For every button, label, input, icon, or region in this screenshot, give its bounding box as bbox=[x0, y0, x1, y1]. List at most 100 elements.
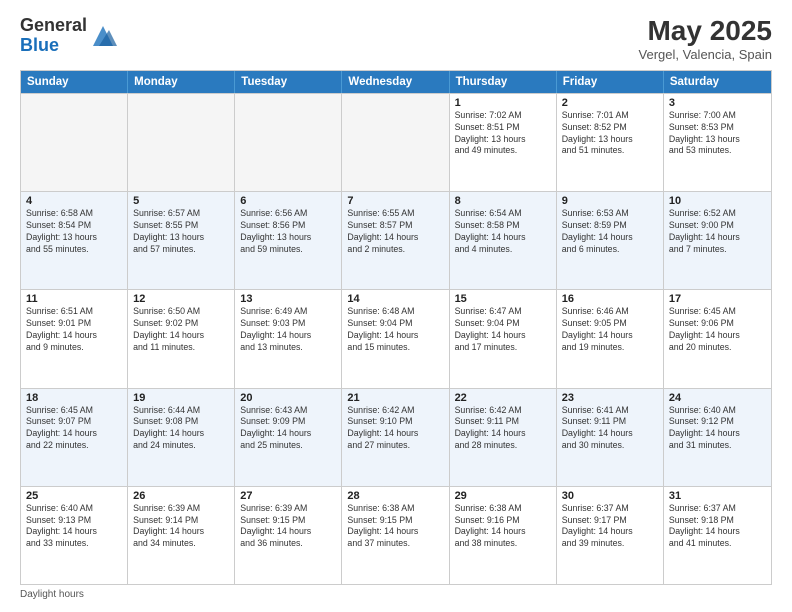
cal-cell-6: 6Sunrise: 6:56 AM Sunset: 8:56 PM Daylig… bbox=[235, 192, 342, 289]
day-info: Sunrise: 6:40 AM Sunset: 9:13 PM Dayligh… bbox=[26, 503, 122, 551]
day-number: 11 bbox=[26, 293, 122, 305]
calendar-header: SundayMondayTuesdayWednesdayThursdayFrid… bbox=[21, 71, 771, 93]
day-info: Sunrise: 6:53 AM Sunset: 8:59 PM Dayligh… bbox=[562, 208, 658, 256]
cal-cell-28: 28Sunrise: 6:38 AM Sunset: 9:15 PM Dayli… bbox=[342, 487, 449, 584]
day-number: 3 bbox=[669, 97, 766, 109]
day-info: Sunrise: 6:37 AM Sunset: 9:18 PM Dayligh… bbox=[669, 503, 766, 551]
day-info: Sunrise: 6:58 AM Sunset: 8:54 PM Dayligh… bbox=[26, 208, 122, 256]
day-number: 24 bbox=[669, 392, 766, 404]
day-info: Sunrise: 6:54 AM Sunset: 8:58 PM Dayligh… bbox=[455, 208, 551, 256]
cal-cell-3: 3Sunrise: 7:00 AM Sunset: 8:53 PM Daylig… bbox=[664, 94, 771, 191]
day-number: 27 bbox=[240, 490, 336, 502]
day-number: 2 bbox=[562, 97, 658, 109]
day-info: Sunrise: 6:50 AM Sunset: 9:02 PM Dayligh… bbox=[133, 306, 229, 354]
day-number: 8 bbox=[455, 195, 551, 207]
day-number: 31 bbox=[669, 490, 766, 502]
day-info: Sunrise: 6:42 AM Sunset: 9:11 PM Dayligh… bbox=[455, 405, 551, 453]
day-number: 12 bbox=[133, 293, 229, 305]
title-block: May 2025 Vergel, Valencia, Spain bbox=[639, 16, 772, 62]
cal-cell-1: 1Sunrise: 7:02 AM Sunset: 8:51 PM Daylig… bbox=[450, 94, 557, 191]
cal-row-1: 4Sunrise: 6:58 AM Sunset: 8:54 PM Daylig… bbox=[21, 191, 771, 289]
cal-cell-20: 20Sunrise: 6:43 AM Sunset: 9:09 PM Dayli… bbox=[235, 389, 342, 486]
cal-header-cell-wednesday: Wednesday bbox=[342, 71, 449, 93]
day-number: 4 bbox=[26, 195, 122, 207]
cal-cell-empty-1 bbox=[128, 94, 235, 191]
cal-cell-14: 14Sunrise: 6:48 AM Sunset: 9:04 PM Dayli… bbox=[342, 290, 449, 387]
day-info: Sunrise: 6:46 AM Sunset: 9:05 PM Dayligh… bbox=[562, 306, 658, 354]
cal-header-cell-monday: Monday bbox=[128, 71, 235, 93]
day-number: 9 bbox=[562, 195, 658, 207]
cal-header-cell-tuesday: Tuesday bbox=[235, 71, 342, 93]
logo: General Blue bbox=[20, 16, 117, 56]
day-number: 5 bbox=[133, 195, 229, 207]
day-info: Sunrise: 6:45 AM Sunset: 9:07 PM Dayligh… bbox=[26, 405, 122, 453]
day-info: Sunrise: 6:38 AM Sunset: 9:16 PM Dayligh… bbox=[455, 503, 551, 551]
day-info: Sunrise: 6:55 AM Sunset: 8:57 PM Dayligh… bbox=[347, 208, 443, 256]
day-info: Sunrise: 6:43 AM Sunset: 9:09 PM Dayligh… bbox=[240, 405, 336, 453]
day-info: Sunrise: 6:44 AM Sunset: 9:08 PM Dayligh… bbox=[133, 405, 229, 453]
day-number: 15 bbox=[455, 293, 551, 305]
cal-row-0: 1Sunrise: 7:02 AM Sunset: 8:51 PM Daylig… bbox=[21, 93, 771, 191]
day-number: 25 bbox=[26, 490, 122, 502]
cal-header-cell-friday: Friday bbox=[557, 71, 664, 93]
page: General Blue May 2025 Vergel, Valencia, … bbox=[0, 0, 792, 612]
cal-cell-15: 15Sunrise: 6:47 AM Sunset: 9:04 PM Dayli… bbox=[450, 290, 557, 387]
calendar-body: 1Sunrise: 7:02 AM Sunset: 8:51 PM Daylig… bbox=[21, 93, 771, 584]
day-info: Sunrise: 6:51 AM Sunset: 9:01 PM Dayligh… bbox=[26, 306, 122, 354]
cal-cell-13: 13Sunrise: 6:49 AM Sunset: 9:03 PM Dayli… bbox=[235, 290, 342, 387]
day-number: 18 bbox=[26, 392, 122, 404]
day-info: Sunrise: 6:37 AM Sunset: 9:17 PM Dayligh… bbox=[562, 503, 658, 551]
day-number: 10 bbox=[669, 195, 766, 207]
cal-cell-empty-0 bbox=[21, 94, 128, 191]
footer-note: Daylight hours bbox=[20, 589, 772, 600]
day-number: 17 bbox=[669, 293, 766, 305]
cal-header-cell-sunday: Sunday bbox=[21, 71, 128, 93]
cal-cell-2: 2Sunrise: 7:01 AM Sunset: 8:52 PM Daylig… bbox=[557, 94, 664, 191]
location: Vergel, Valencia, Spain bbox=[639, 47, 772, 62]
logo-icon bbox=[89, 22, 117, 50]
day-number: 19 bbox=[133, 392, 229, 404]
day-number: 16 bbox=[562, 293, 658, 305]
day-number: 21 bbox=[347, 392, 443, 404]
day-info: Sunrise: 6:57 AM Sunset: 8:55 PM Dayligh… bbox=[133, 208, 229, 256]
day-info: Sunrise: 6:39 AM Sunset: 9:14 PM Dayligh… bbox=[133, 503, 229, 551]
day-number: 1 bbox=[455, 97, 551, 109]
cal-cell-5: 5Sunrise: 6:57 AM Sunset: 8:55 PM Daylig… bbox=[128, 192, 235, 289]
day-info: Sunrise: 6:42 AM Sunset: 9:10 PM Dayligh… bbox=[347, 405, 443, 453]
day-info: Sunrise: 6:52 AM Sunset: 9:00 PM Dayligh… bbox=[669, 208, 766, 256]
cal-cell-9: 9Sunrise: 6:53 AM Sunset: 8:59 PM Daylig… bbox=[557, 192, 664, 289]
day-number: 23 bbox=[562, 392, 658, 404]
day-info: Sunrise: 6:56 AM Sunset: 8:56 PM Dayligh… bbox=[240, 208, 336, 256]
day-info: Sunrise: 6:38 AM Sunset: 9:15 PM Dayligh… bbox=[347, 503, 443, 551]
logo-blue: Blue bbox=[20, 35, 59, 55]
cal-cell-21: 21Sunrise: 6:42 AM Sunset: 9:10 PM Dayli… bbox=[342, 389, 449, 486]
cal-row-3: 18Sunrise: 6:45 AM Sunset: 9:07 PM Dayli… bbox=[21, 388, 771, 486]
day-number: 22 bbox=[455, 392, 551, 404]
month-title: May 2025 bbox=[639, 16, 772, 47]
cal-cell-empty-3 bbox=[342, 94, 449, 191]
day-number: 14 bbox=[347, 293, 443, 305]
cal-cell-18: 18Sunrise: 6:45 AM Sunset: 9:07 PM Dayli… bbox=[21, 389, 128, 486]
cal-cell-7: 7Sunrise: 6:55 AM Sunset: 8:57 PM Daylig… bbox=[342, 192, 449, 289]
day-number: 20 bbox=[240, 392, 336, 404]
cal-row-4: 25Sunrise: 6:40 AM Sunset: 9:13 PM Dayli… bbox=[21, 486, 771, 584]
day-number: 26 bbox=[133, 490, 229, 502]
day-number: 6 bbox=[240, 195, 336, 207]
header: General Blue May 2025 Vergel, Valencia, … bbox=[20, 16, 772, 62]
cal-cell-29: 29Sunrise: 6:38 AM Sunset: 9:16 PM Dayli… bbox=[450, 487, 557, 584]
calendar: SundayMondayTuesdayWednesdayThursdayFrid… bbox=[20, 70, 772, 585]
day-number: 13 bbox=[240, 293, 336, 305]
day-number: 30 bbox=[562, 490, 658, 502]
day-number: 7 bbox=[347, 195, 443, 207]
cal-header-cell-thursday: Thursday bbox=[450, 71, 557, 93]
cal-header-cell-saturday: Saturday bbox=[664, 71, 771, 93]
day-info: Sunrise: 7:00 AM Sunset: 8:53 PM Dayligh… bbox=[669, 110, 766, 158]
day-info: Sunrise: 6:45 AM Sunset: 9:06 PM Dayligh… bbox=[669, 306, 766, 354]
cal-cell-22: 22Sunrise: 6:42 AM Sunset: 9:11 PM Dayli… bbox=[450, 389, 557, 486]
day-info: Sunrise: 7:01 AM Sunset: 8:52 PM Dayligh… bbox=[562, 110, 658, 158]
day-info: Sunrise: 6:39 AM Sunset: 9:15 PM Dayligh… bbox=[240, 503, 336, 551]
day-number: 29 bbox=[455, 490, 551, 502]
cal-cell-30: 30Sunrise: 6:37 AM Sunset: 9:17 PM Dayli… bbox=[557, 487, 664, 584]
cal-row-2: 11Sunrise: 6:51 AM Sunset: 9:01 PM Dayli… bbox=[21, 289, 771, 387]
day-info: Sunrise: 6:47 AM Sunset: 9:04 PM Dayligh… bbox=[455, 306, 551, 354]
